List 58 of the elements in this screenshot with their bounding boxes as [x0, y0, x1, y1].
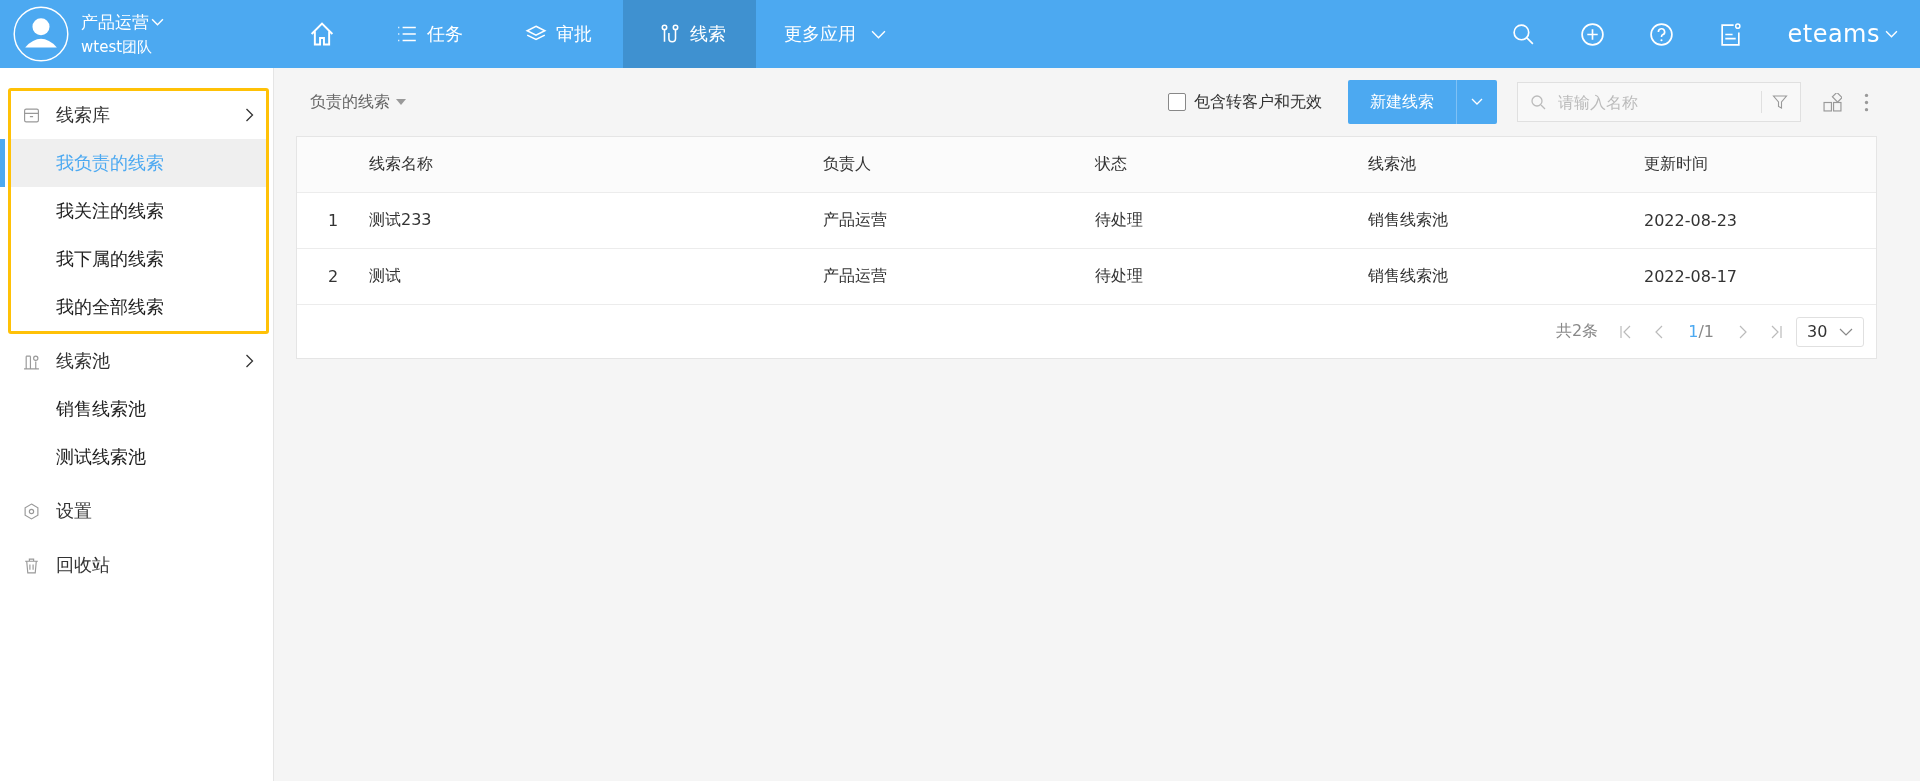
settings-icon — [23, 502, 40, 520]
row-number: 1 — [326, 211, 340, 230]
sidebar-group[interactable]: 回收站 — [11, 541, 266, 589]
sidebar-item[interactable]: 我的全部线索 — [11, 283, 266, 331]
selection-indicator — [0, 139, 5, 187]
sidebar-group[interactable]: 设置 — [11, 487, 266, 535]
home-icon — [309, 21, 335, 47]
layout-icon[interactable] — [1823, 92, 1842, 112]
triangle-icon — [396, 99, 406, 105]
page-indicator: 1/1 — [1688, 322, 1714, 341]
total-count: 共2条 — [1556, 321, 1599, 342]
column-header: 线索名称 — [369, 154, 434, 175]
first-page-icon[interactable] — [1620, 324, 1633, 339]
table-cell-text: 销售线索池 — [1368, 210, 1449, 231]
caret-icon — [1471, 98, 1483, 106]
trash-icon — [23, 556, 40, 574]
caret-icon — [1885, 29, 1898, 39]
caret-icon — [151, 18, 164, 27]
help-icon[interactable] — [1649, 21, 1675, 47]
search-field[interactable]: 请输入名称 — [1517, 82, 1801, 122]
table-cell-text: 2022-08-17 — [1644, 267, 1738, 286]
add-icon[interactable] — [1580, 21, 1606, 47]
table-cell-text: 销售线索池 — [1368, 266, 1449, 287]
column-header: 负责人 — [823, 154, 872, 175]
table-cell-text: 待处理 — [1095, 266, 1144, 287]
table-cell-text: 2022-08-23 — [1644, 211, 1738, 230]
row-number: 2 — [326, 267, 340, 286]
column-header: 状态 — [1095, 154, 1128, 175]
sidebar-item[interactable]: 我下属的线索 — [11, 235, 266, 283]
sidebar-item[interactable]: 我关注的线索 — [11, 187, 266, 235]
page-size-select[interactable]: 30 — [1796, 316, 1864, 347]
table-cell-text: 测试 — [369, 266, 402, 287]
caret-icon — [871, 29, 886, 39]
box-icon — [23, 106, 40, 124]
avatar-icon[interactable] — [13, 6, 69, 62]
table-cell-text: 产品运营 — [823, 210, 888, 231]
column-header: 更新时间 — [1644, 154, 1709, 175]
table-cell-text: 测试233 — [369, 210, 433, 231]
sidebar-group[interactable]: 线索库 — [11, 91, 266, 139]
team-name: wtest团队 — [81, 38, 154, 57]
sidebar-item[interactable]: 销售线索池 — [11, 385, 266, 433]
search-input[interactable]: 请输入名称 — [1556, 91, 1751, 113]
chevron-icon — [245, 354, 254, 368]
last-page-icon[interactable] — [1770, 324, 1782, 339]
search-icon — [1530, 94, 1546, 110]
checkbox[interactable] — [1168, 93, 1186, 111]
caret-icon — [1839, 327, 1853, 336]
notepad-icon[interactable] — [1718, 21, 1744, 47]
sidebar-item[interactable]: 测试线索池 — [11, 433, 266, 481]
chevron-icon — [245, 108, 254, 122]
table-cell-text: 待处理 — [1095, 210, 1144, 231]
filter-icon[interactable] — [1772, 94, 1788, 110]
sidebar-group[interactable]: 线索池 — [11, 337, 266, 385]
filter-dropdown[interactable]: 负责的线索 — [296, 91, 406, 113]
table-cell-text: 产品运营 — [823, 266, 888, 287]
more-icon[interactable] — [1864, 92, 1869, 112]
column-header: 线索池 — [1368, 154, 1417, 175]
checkbox-label: 包含转客户和无效 — [1194, 91, 1322, 113]
